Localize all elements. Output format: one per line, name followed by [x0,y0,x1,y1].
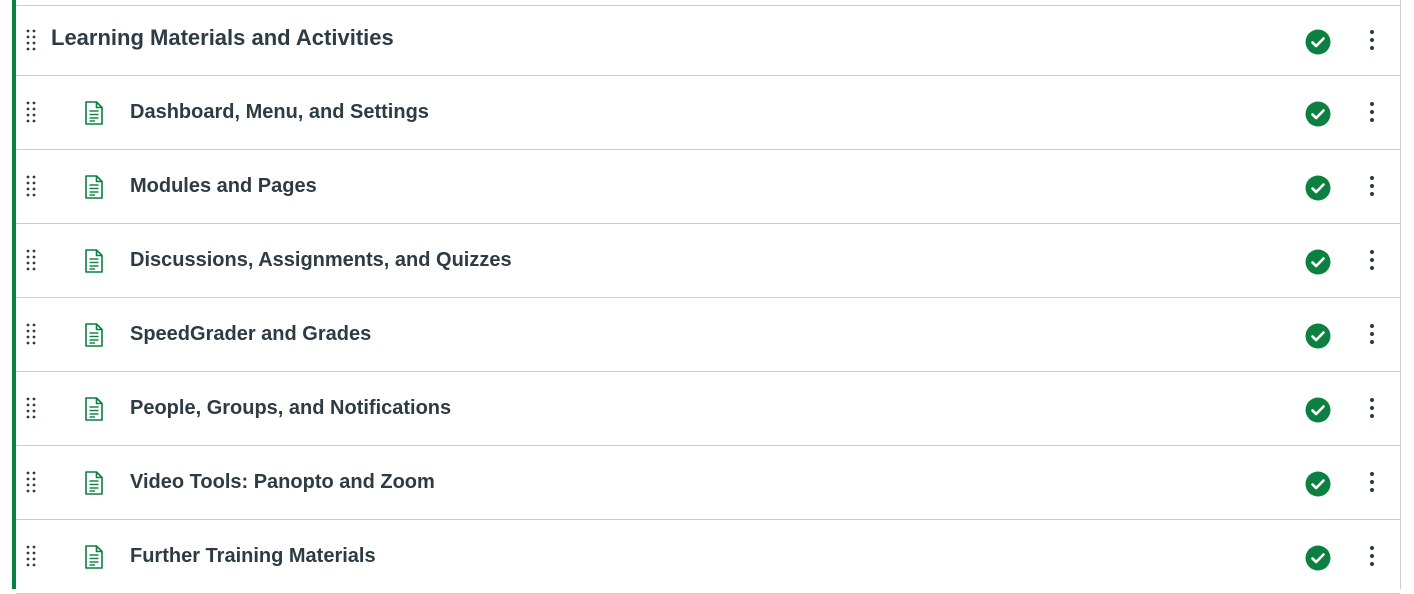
module-item-title[interactable]: Modules and Pages [130,175,317,198]
published-check-icon[interactable] [1305,545,1331,571]
page-icon [84,249,104,273]
published-check-icon[interactable] [1305,323,1331,349]
module-item-row[interactable]: Discussions, Assignments, and Quizzes [16,224,1400,298]
published-check-icon[interactable] [1305,249,1331,275]
page-icon [84,545,104,569]
published-check-icon[interactable] [1305,471,1331,497]
page-icon [84,323,104,347]
module-item-title[interactable]: Further Training Materials [130,545,376,568]
more-options-icon[interactable] [1364,28,1380,52]
page-icon [84,397,104,421]
published-check-icon[interactable] [1305,175,1331,201]
module-item-row[interactable]: Modules and Pages [16,150,1400,224]
more-options-icon[interactable] [1364,174,1380,198]
module-item-title[interactable]: SpeedGrader and Grades [130,323,371,346]
drag-handle-icon[interactable] [25,470,37,494]
module-item-row[interactable]: People, Groups, and Notifications [16,372,1400,446]
page-icon [84,471,104,495]
published-check-icon[interactable] [1305,397,1331,423]
more-options-icon[interactable] [1364,100,1380,124]
more-options-icon[interactable] [1364,544,1380,568]
more-options-icon[interactable] [1364,322,1380,346]
published-check-icon[interactable] [1305,29,1331,55]
drag-handle-icon[interactable] [25,28,37,52]
published-check-icon[interactable] [1305,101,1331,127]
module-item-title[interactable]: Video Tools: Panopto and Zoom [130,471,435,494]
module-title[interactable]: Learning Materials and Activities [51,25,394,51]
more-options-icon[interactable] [1364,248,1380,272]
drag-handle-icon[interactable] [25,174,37,198]
page-icon [84,175,104,199]
drag-handle-icon[interactable] [25,322,37,346]
module-item-row[interactable]: Further Training Materials [16,520,1400,594]
page-icon [84,101,104,125]
module-header[interactable]: Learning Materials and Activities [16,6,1400,76]
more-options-icon[interactable] [1364,396,1380,420]
more-options-icon[interactable] [1364,470,1380,494]
module-item-title[interactable]: Discussions, Assignments, and Quizzes [130,249,512,272]
module-item-title[interactable]: People, Groups, and Notifications [130,397,451,420]
drag-handle-icon[interactable] [25,248,37,272]
drag-handle-icon[interactable] [25,100,37,124]
drag-handle-icon[interactable] [25,544,37,568]
module-item-row[interactable]: Video Tools: Panopto and Zoom [16,446,1400,520]
drag-handle-icon[interactable] [25,396,37,420]
module-item-title[interactable]: Dashboard, Menu, and Settings [130,101,429,124]
module-item-row[interactable]: Dashboard, Menu, and Settings [16,76,1400,150]
module-item-row[interactable]: SpeedGrader and Grades [16,298,1400,372]
module-container: Learning Materials and Activities Dashbo… [12,0,1401,594]
